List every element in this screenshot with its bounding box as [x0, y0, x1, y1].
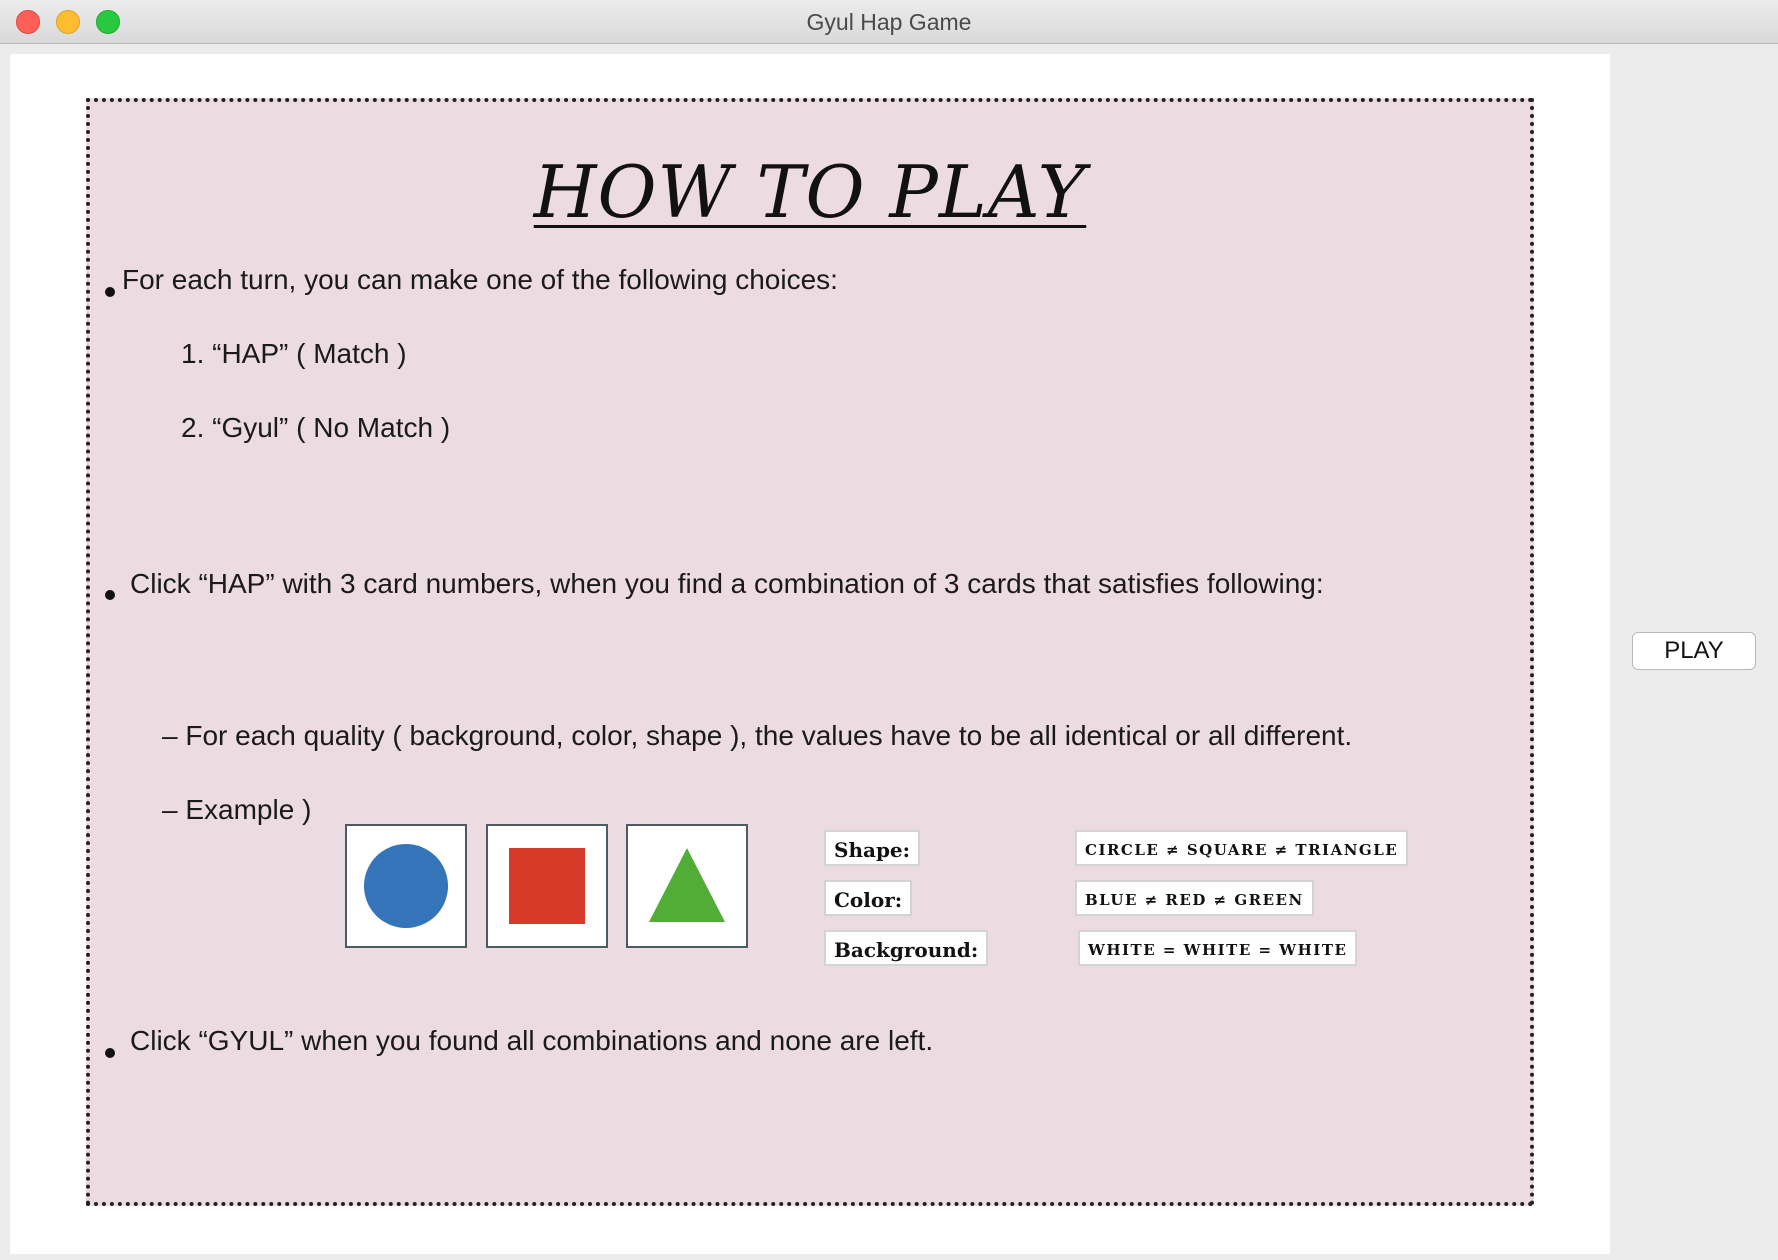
- gyul-rule-text: Click “GYUL” when you found all combinat…: [130, 1025, 934, 1056]
- play-button[interactable]: PLAY: [1632, 632, 1756, 670]
- example-label: – Example ): [162, 794, 312, 825]
- example-card-circle: [345, 824, 467, 948]
- background-value-label: white = white = white: [1078, 930, 1358, 966]
- shape-value-label: circle ≠ square ≠ triangle: [1075, 830, 1409, 866]
- hap-rule-text: Click “HAP” with 3 card numbers, when yo…: [130, 568, 1324, 599]
- window-titlebar: Gyul Hap Game: [0, 0, 1778, 44]
- square-shape: [509, 848, 585, 924]
- how-to-play-panel: HOW TO PLAY For each turn, you can make …: [86, 98, 1534, 1206]
- how-to-play-heading: HOW TO PLAY: [90, 150, 1530, 234]
- triangle-shape: [649, 848, 725, 922]
- color-value-label: blue ≠ red ≠ green: [1075, 880, 1314, 916]
- window-title: Gyul Hap Game: [806, 9, 972, 35]
- quality-rule-text: – For each quality ( background, color, …: [162, 720, 1353, 751]
- shape-key-label: Shape:: [824, 830, 921, 866]
- color-key-label: Color:: [824, 880, 913, 916]
- circle-shape: [364, 844, 448, 928]
- bullet-icon: [105, 287, 115, 297]
- background-key-label: Background:: [824, 930, 989, 966]
- choice-hap: 1. “HAP” ( Match ): [181, 338, 407, 369]
- intro-text: For each turn, you can make one of the f…: [122, 264, 838, 295]
- example-card-triangle: [626, 824, 748, 948]
- bullet-icon: [105, 590, 115, 600]
- choice-gyul: 2. “Gyul” ( No Match ): [181, 412, 451, 443]
- content-panel: HOW TO PLAY For each turn, you can make …: [10, 54, 1610, 1254]
- example-card-square: [486, 824, 608, 948]
- bullet-icon: [105, 1048, 115, 1058]
- heading-text: HOW TO PLAY: [533, 150, 1087, 234]
